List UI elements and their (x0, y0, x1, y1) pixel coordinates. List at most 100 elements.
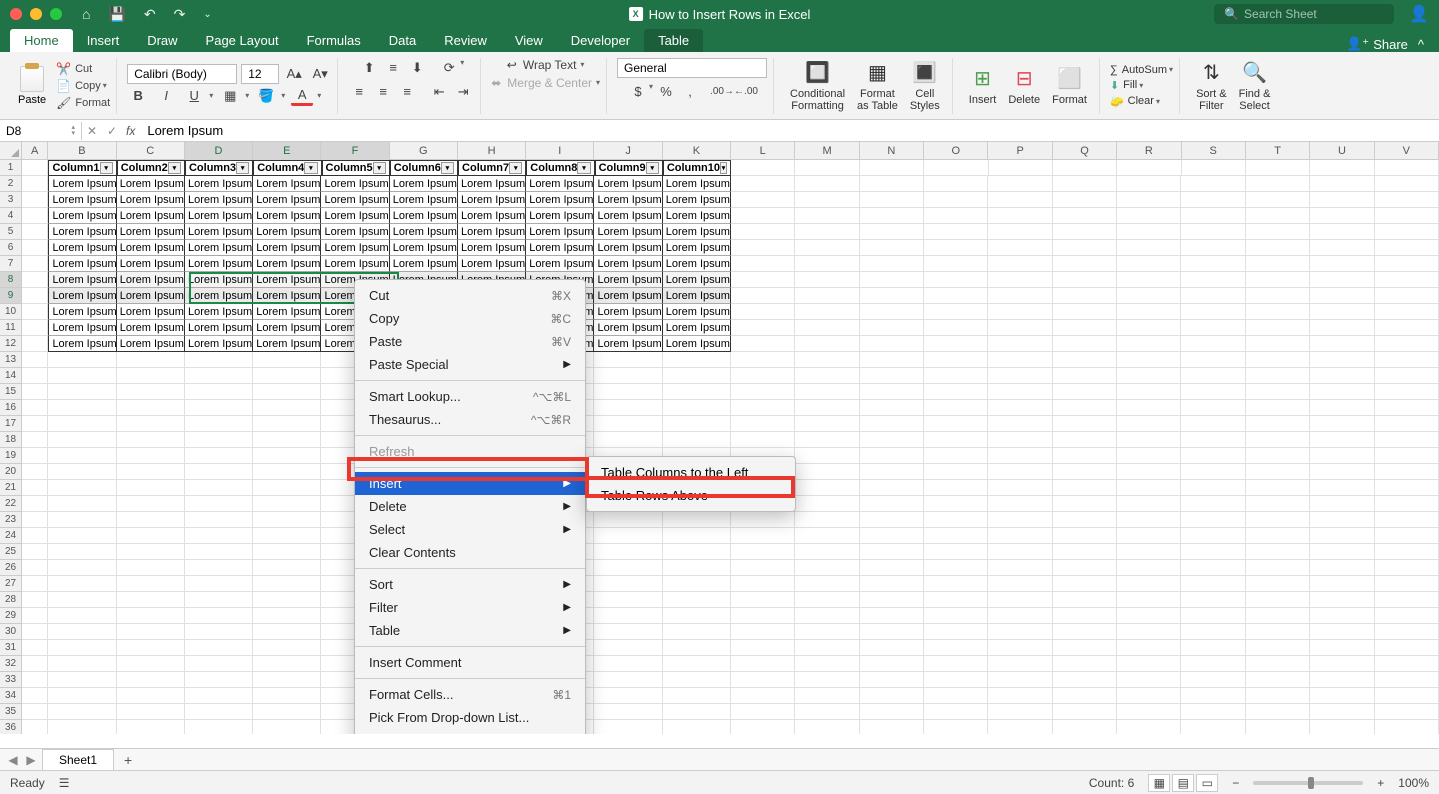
cell-O7[interactable] (924, 256, 988, 272)
col-header-J[interactable]: J (594, 142, 662, 160)
cell-N6[interactable] (860, 240, 924, 256)
cell-R29[interactable] (1117, 608, 1181, 624)
cell-D17[interactable] (185, 416, 253, 432)
cell-R8[interactable] (1117, 272, 1181, 288)
cell-B22[interactable] (48, 496, 116, 512)
cell-P18[interactable] (988, 432, 1052, 448)
cell-T4[interactable] (1246, 208, 1310, 224)
cell-N17[interactable] (860, 416, 924, 432)
orientation-button[interactable]: ⟳ (438, 58, 460, 78)
cell-A9[interactable] (22, 288, 48, 304)
cell-E21[interactable] (253, 480, 321, 496)
cell-C4[interactable]: Lorem Ipsum (117, 208, 185, 224)
cell-D16[interactable] (185, 400, 253, 416)
cell-M7[interactable] (795, 256, 859, 272)
conditional-formatting-button[interactable]: 🔲Conditional Formatting (784, 59, 851, 112)
cell-E4[interactable]: Lorem Ipsum (253, 208, 321, 224)
collapse-ribbon-icon[interactable]: ^ (1418, 37, 1424, 52)
cell-L18[interactable] (731, 432, 795, 448)
cell-D7[interactable]: Lorem Ipsum (185, 256, 253, 272)
cell-R34[interactable] (1117, 688, 1181, 704)
cell-D8[interactable]: Lorem Ipsum (185, 272, 253, 288)
cell-N16[interactable] (860, 400, 924, 416)
cell-C34[interactable] (117, 688, 185, 704)
cell-O23[interactable] (924, 512, 988, 528)
cell-R24[interactable] (1117, 528, 1181, 544)
cell-K27[interactable] (663, 576, 731, 592)
cell-L13[interactable] (731, 352, 795, 368)
cell-S3[interactable] (1181, 192, 1245, 208)
cell-L33[interactable] (731, 672, 795, 688)
cell-S20[interactable] (1181, 464, 1245, 480)
row-header-29[interactable]: 29 (0, 608, 21, 624)
cell-P30[interactable] (988, 624, 1052, 640)
copy-button[interactable]: 📄Copy▾ (56, 79, 110, 93)
cell-I3[interactable]: Lorem Ipsum (526, 192, 594, 208)
cell-V31[interactable] (1375, 640, 1439, 656)
cell-E32[interactable] (253, 656, 321, 672)
cell-P11[interactable] (988, 320, 1052, 336)
cell-A10[interactable] (22, 304, 48, 320)
cell-M18[interactable] (795, 432, 859, 448)
filter-dropdown-Column5[interactable]: ▾ (373, 162, 386, 174)
cell-L14[interactable] (731, 368, 795, 384)
cell-V27[interactable] (1375, 576, 1439, 592)
cell-P12[interactable] (988, 336, 1052, 352)
cell-J10[interactable]: Lorem Ipsum (594, 304, 662, 320)
merge-center-button[interactable]: ⬌Merge & Center▾ (491, 76, 600, 90)
row-header-1[interactable]: 1 (0, 160, 21, 176)
cell-B24[interactable] (48, 528, 116, 544)
cell-K24[interactable] (663, 528, 731, 544)
format-as-table-button[interactable]: ▦Format as Table (851, 59, 904, 112)
cell-O36[interactable] (924, 720, 988, 734)
cell-Q34[interactable] (1053, 688, 1117, 704)
cell-P17[interactable] (988, 416, 1052, 432)
close-window-button[interactable] (10, 8, 22, 20)
cell-R32[interactable] (1117, 656, 1181, 672)
cell-O5[interactable] (924, 224, 988, 240)
cell-P20[interactable] (988, 464, 1052, 480)
cancel-formula-button[interactable]: ✕ (82, 124, 102, 138)
cell-U34[interactable] (1310, 688, 1374, 704)
cell-P6[interactable] (988, 240, 1052, 256)
cell-C15[interactable] (117, 384, 185, 400)
minimize-window-button[interactable] (30, 8, 42, 20)
cell-N19[interactable] (860, 448, 924, 464)
cell-O16[interactable] (924, 400, 988, 416)
cell-B32[interactable] (48, 656, 116, 672)
cell-E2[interactable]: Lorem Ipsum (253, 176, 321, 192)
ribbon-tab-insert[interactable]: Insert (73, 29, 134, 52)
cell-M32[interactable] (795, 656, 859, 672)
cell-N10[interactable] (860, 304, 924, 320)
cell-D21[interactable] (185, 480, 253, 496)
cell-A7[interactable] (22, 256, 48, 272)
cell-U27[interactable] (1310, 576, 1374, 592)
cell-K30[interactable] (663, 624, 731, 640)
cell-V23[interactable] (1375, 512, 1439, 528)
cell-S30[interactable] (1181, 624, 1245, 640)
cell-C35[interactable] (117, 704, 185, 720)
cell-E15[interactable] (253, 384, 321, 400)
cell-P24[interactable] (988, 528, 1052, 544)
cell-R15[interactable] (1117, 384, 1181, 400)
cell-V13[interactable] (1375, 352, 1439, 368)
cell-A11[interactable] (22, 320, 48, 336)
cell-Q10[interactable] (1053, 304, 1117, 320)
cell-N20[interactable] (860, 464, 924, 480)
cell-T27[interactable] (1246, 576, 1310, 592)
cell-P27[interactable] (988, 576, 1052, 592)
cell-N14[interactable] (860, 368, 924, 384)
cell-A16[interactable] (22, 400, 48, 416)
row-header-3[interactable]: 3 (0, 192, 21, 208)
cell-E23[interactable] (253, 512, 321, 528)
cell-U20[interactable] (1310, 464, 1374, 480)
cell-D9[interactable]: Lorem Ipsum (185, 288, 253, 304)
cell-C29[interactable] (117, 608, 185, 624)
cell-U26[interactable] (1310, 560, 1374, 576)
cell-K10[interactable]: Lorem Ipsum (663, 304, 731, 320)
search-sheet-input[interactable]: 🔍 Search Sheet (1214, 4, 1394, 24)
col-header-M[interactable]: M (795, 142, 859, 160)
cell-F2[interactable]: Lorem Ipsum (321, 176, 389, 192)
col-header-V[interactable]: V (1375, 142, 1439, 160)
row-header-9[interactable]: 9 (0, 288, 21, 304)
